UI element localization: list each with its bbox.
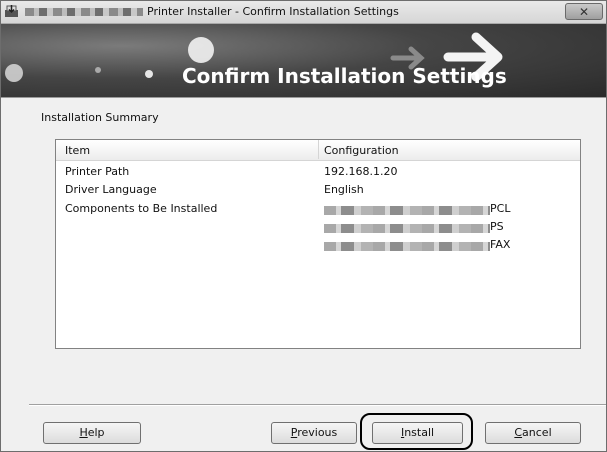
banner-title: Confirm Installation Settings (182, 64, 507, 88)
column-header-item[interactable]: Item (65, 144, 90, 157)
help-button-label: elp (87, 426, 105, 439)
component-fax: FAX (490, 238, 511, 251)
title-bar[interactable]: Printer Installer - Confirm Installation… (1, 1, 606, 24)
row-item-printer-path: Printer Path (65, 165, 130, 178)
footer-divider (29, 404, 606, 405)
component-pcl: PCL (490, 202, 511, 215)
install-button[interactable]: Install (372, 422, 463, 444)
header-banner: Confirm Installation Settings (1, 24, 606, 97)
redacted-component-name (324, 242, 490, 251)
cancel-button[interactable]: Cancel (485, 422, 581, 444)
installer-window: Printer Installer - Confirm Installation… (0, 0, 607, 452)
redacted-product-name (25, 8, 143, 16)
install-button-label: nstall (404, 426, 435, 439)
row-value-driver-language: English (324, 183, 364, 196)
summary-list[interactable]: Item Configuration Printer Path 192.168.… (55, 139, 581, 349)
help-button-mnemonic: H (79, 426, 88, 439)
installer-icon (5, 5, 18, 17)
close-button[interactable]: ✕ (565, 3, 603, 20)
column-header-configuration[interactable]: Configuration (324, 144, 399, 157)
help-button[interactable]: Help (43, 422, 141, 444)
list-header: Item Configuration (56, 140, 580, 161)
window-title: Printer Installer - Confirm Installation… (147, 5, 399, 18)
row-item-components: Components to Be Installed (65, 202, 218, 215)
column-divider[interactable] (318, 140, 319, 159)
redacted-component-name (324, 206, 490, 215)
previous-button[interactable]: Previous (271, 422, 357, 444)
cancel-button-mnemonic: C (514, 426, 523, 439)
redacted-component-name (324, 224, 490, 233)
component-ps: PS (490, 220, 504, 233)
previous-button-label: revious (297, 426, 338, 439)
row-item-driver-language: Driver Language (65, 183, 157, 196)
cancel-button-label: ancel (522, 426, 552, 439)
banner-divider (1, 97, 606, 98)
row-value-printer-path: 192.168.1.20 (324, 165, 398, 178)
installation-summary-label: Installation Summary (41, 111, 159, 124)
